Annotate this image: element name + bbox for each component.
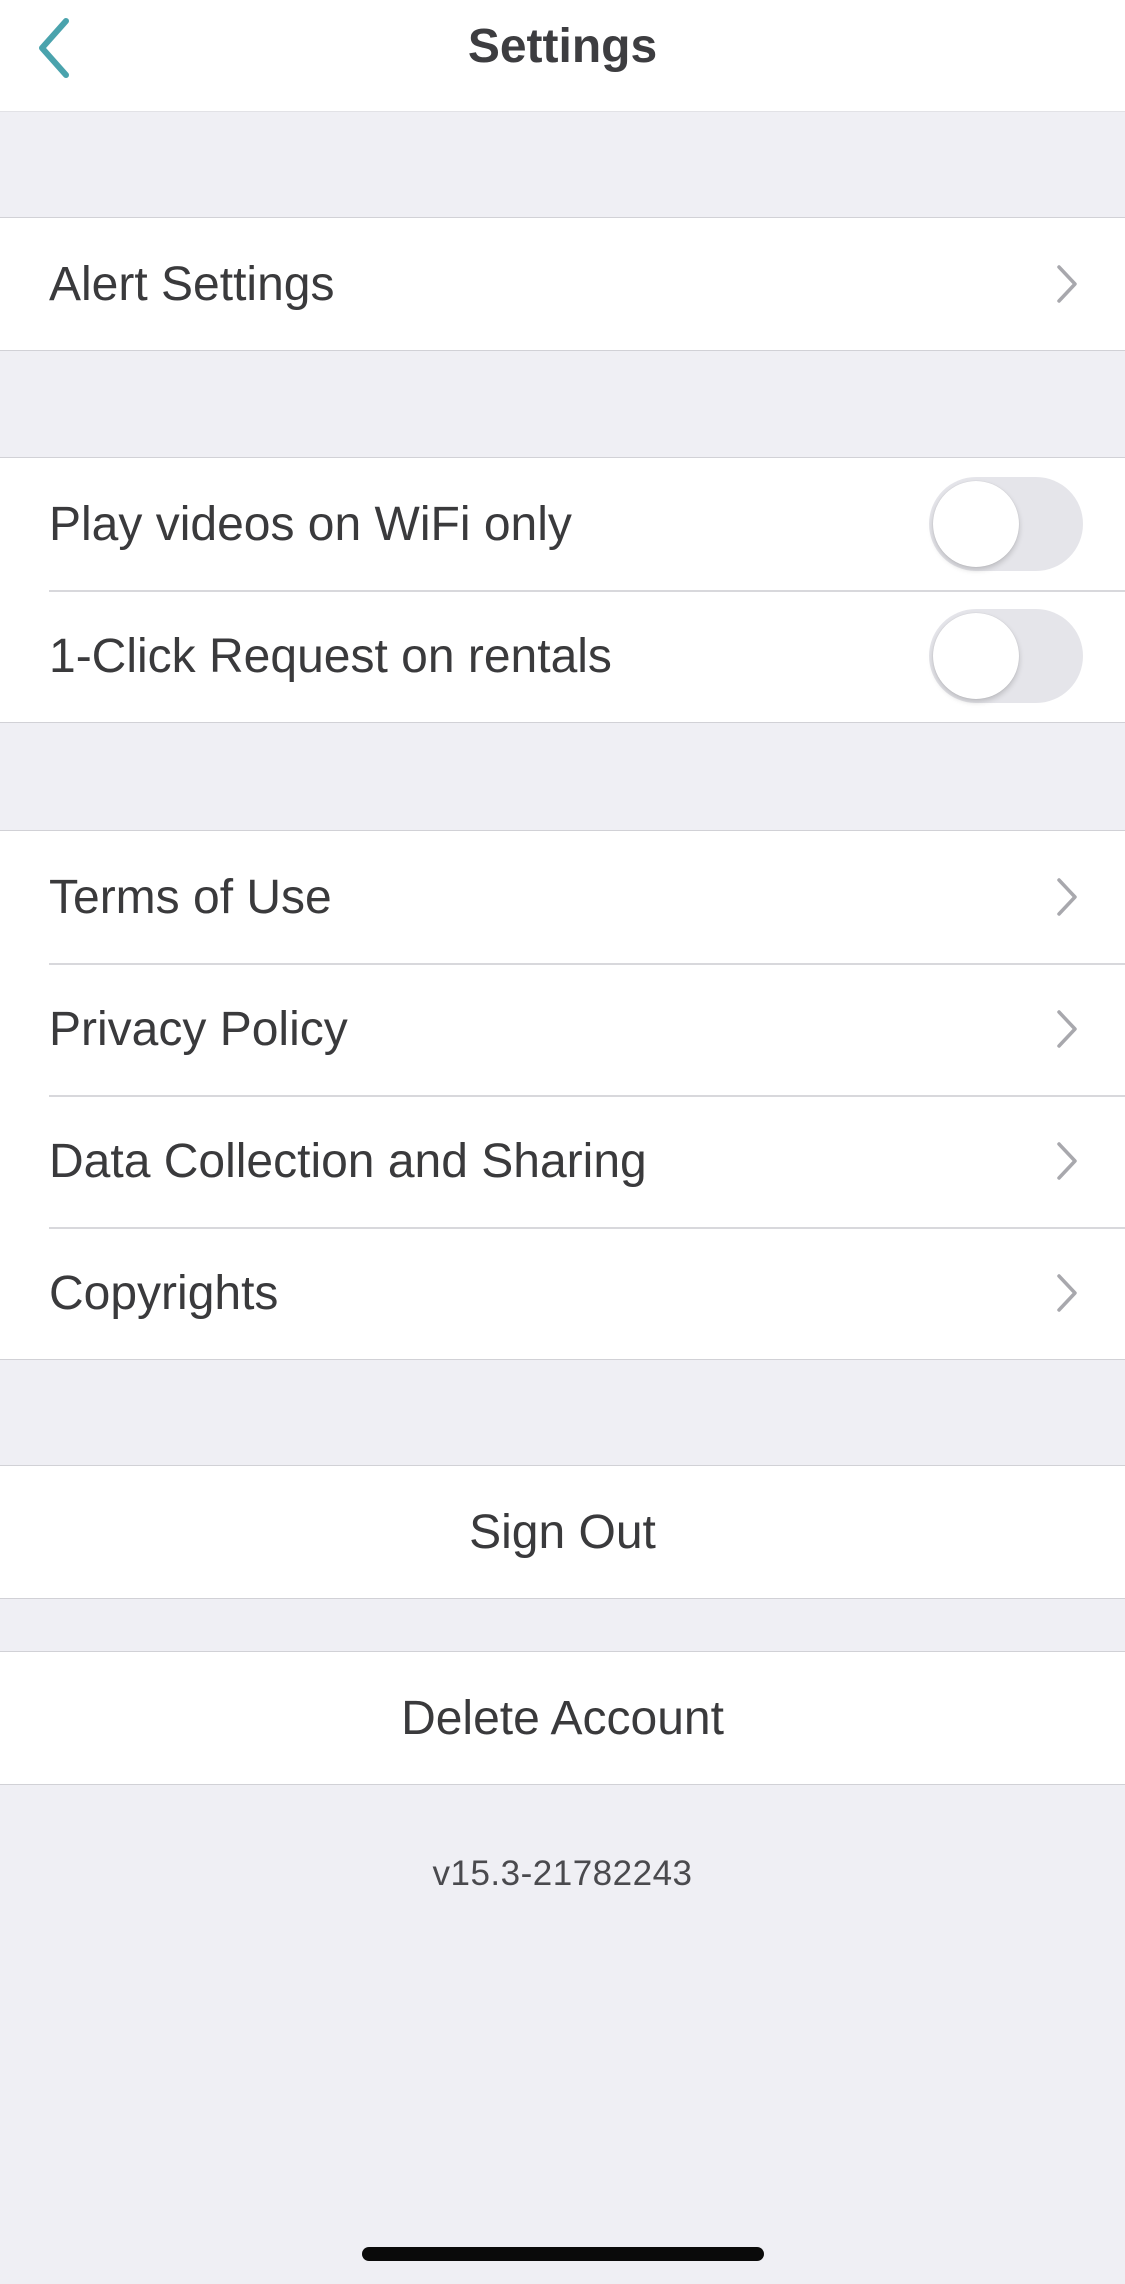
chevron-right-icon <box>1055 1009 1079 1049</box>
chevron-right-icon <box>1055 1273 1079 1313</box>
chevron-right-icon <box>1055 1141 1079 1181</box>
one-click-request-row: 1-Click Request on rentals <box>0 590 1125 722</box>
alert-settings-row[interactable]: Alert Settings <box>0 218 1125 350</box>
row-label: Privacy Policy <box>49 1002 348 1056</box>
delete-account-label: Delete Account <box>401 1691 724 1745</box>
sign-out-label: Sign Out <box>469 1505 656 1559</box>
one-click-request-toggle[interactable] <box>929 609 1083 703</box>
chevron-right-icon <box>1055 264 1079 304</box>
page-title: Settings <box>467 19 658 73</box>
delete-account-group: Delete Account <box>0 1651 1125 1785</box>
terms-of-use-row[interactable]: Terms of Use <box>0 831 1125 963</box>
privacy-policy-row[interactable]: Privacy Policy <box>0 963 1125 1095</box>
delete-account-button[interactable]: Delete Account <box>0 1652 1125 1784</box>
row-label: 1-Click Request on rentals <box>49 629 612 683</box>
legal-group: Terms of Use Privacy Policy Data Collect… <box>0 830 1125 1360</box>
settings-screen: Settings Alert Settings Play videos on W… <box>0 0 1125 2284</box>
preferences-group: Play videos on WiFi only 1-Click Request… <box>0 457 1125 723</box>
play-videos-wifi-toggle[interactable] <box>929 477 1083 571</box>
data-collection-row[interactable]: Data Collection and Sharing <box>0 1095 1125 1227</box>
sign-out-group: Sign Out <box>0 1465 1125 1599</box>
row-label: Play videos on WiFi only <box>49 497 572 551</box>
row-label: Terms of Use <box>49 870 332 924</box>
row-label: Data Collection and Sharing <box>49 1134 647 1188</box>
nav-bar: Settings <box>0 0 1125 112</box>
toggle-knob <box>933 613 1019 699</box>
row-label: Alert Settings <box>49 257 335 311</box>
row-label: Copyrights <box>49 1266 279 1320</box>
alerts-group: Alert Settings <box>0 217 1125 351</box>
home-indicator[interactable] <box>362 2247 764 2261</box>
sign-out-button[interactable]: Sign Out <box>0 1466 1125 1598</box>
app-version: v15.3-21782243 <box>432 1854 693 1893</box>
copyrights-row[interactable]: Copyrights <box>0 1227 1125 1359</box>
chevron-right-icon <box>1055 877 1079 917</box>
play-videos-wifi-row: Play videos on WiFi only <box>0 458 1125 590</box>
toggle-knob <box>933 481 1019 567</box>
